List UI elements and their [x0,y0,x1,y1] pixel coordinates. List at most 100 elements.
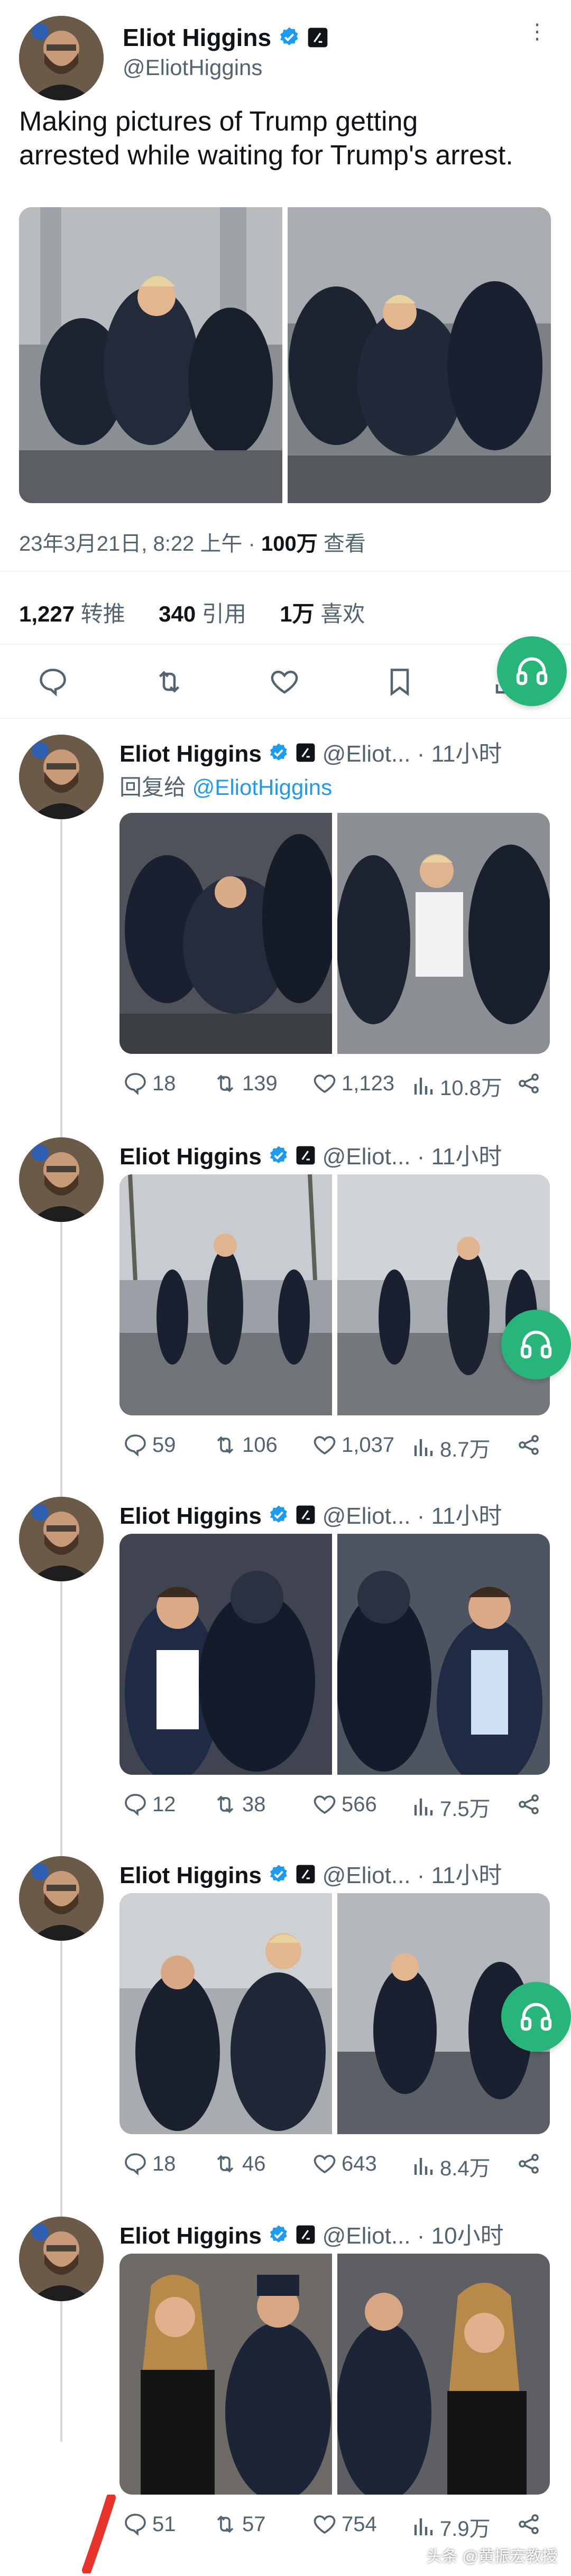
reply-header: Eliot Higgins @Eliot... · 10小时 [119,2217,504,2251]
headphones-fab[interactable] [501,1982,571,2052]
retweet-count: 57 [242,2512,266,2536]
reply-count: 59 [152,1433,176,1457]
more-options-icon[interactable]: ⋮ [527,21,548,42]
headphones-fab[interactable] [501,1310,571,1379]
tweet-media[interactable] [19,207,551,503]
author-handle[interactable]: @Eliot... [323,1144,411,1170]
author-name[interactable]: Eliot Higgins [119,1503,262,1529]
author-name[interactable]: Eliot Higgins [119,2223,262,2249]
heart-icon [314,1074,336,1094]
share-button[interactable] [516,1071,541,1096]
quotes-stat[interactable]: 340 引用 [159,601,246,626]
like-button[interactable]: 754 [312,2512,377,2537]
views-count: 7.9万 [440,2517,491,2541]
like-button[interactable] [269,666,300,700]
share-button[interactable] [516,2151,541,2176]
divider [0,718,571,719]
retweet-button[interactable] [153,666,185,700]
reply-to-handle[interactable]: @EliotHiggins [192,775,332,800]
retweets-stat[interactable]: 1,227 转推 [19,601,125,626]
timestamp-text[interactable]: 23年3月21日, 8:22 上午 · [19,532,261,555]
engagement-stats: 1,227 转推 340 引用 1万 喜欢 [19,596,365,628]
reply-time[interactable]: · 11小时 [417,1144,502,1170]
reply-button[interactable]: 18 [123,1071,176,1096]
reply-button[interactable]: 18 [123,2151,176,2176]
retweet-count: 139 [242,1071,278,1095]
reply-button[interactable] [37,666,69,700]
tweet-media[interactable] [119,2254,550,2495]
tweet-media[interactable] [119,1174,550,1415]
reply-button[interactable]: 59 [123,1432,176,1458]
views-button[interactable]: 8.7万 [410,1432,491,1463]
verified-badge-icon [268,1145,289,1172]
author-handle[interactable]: @Eliot... [323,741,411,767]
reply-time[interactable]: · 11小时 [417,1862,502,1888]
like-button[interactable]: 643 [312,2151,377,2176]
reply-header: Eliot Higgins @Eliot... · 11小时 [119,1497,502,1531]
verified-badge-icon [268,1504,289,1531]
views-count: 8.7万 [440,1438,491,1461]
tweet-media[interactable] [119,1534,550,1775]
share-icon [519,1794,539,1814]
reply-time[interactable]: · 11小时 [417,1503,502,1529]
avatar[interactable] [19,1497,104,1581]
retweet-button[interactable]: 57 [213,2512,266,2537]
headphones-fab[interactable] [497,636,567,706]
verified-badge-icon [268,2224,289,2251]
reply-button[interactable]: 12 [123,1792,176,1817]
retweet-button[interactable]: 38 [213,1792,266,1817]
reply-actions: 59 106 1,037 8.7万 [119,1432,542,1462]
views-button[interactable]: 7.9万 [410,2512,491,2542]
views-button[interactable]: 10.8万 [410,1071,502,1101]
author-handle[interactable]: @Eliot... [323,1503,411,1529]
retweet-count: 46 [242,2152,266,2175]
author-handle[interactable]: @Eliot... [323,2223,411,2249]
reply-time[interactable]: · 11小时 [417,741,502,767]
avatar[interactable] [19,1856,104,1941]
author-handle[interactable]: @Eliot... [323,1862,411,1888]
retweet-button[interactable]: 106 [213,1432,278,1458]
author-name[interactable]: Eliot Higgins [123,24,271,51]
reply-button[interactable]: 51 [123,2512,176,2537]
tweet-media[interactable] [119,813,550,1054]
likes-stat[interactable]: 1万 喜欢 [280,601,365,626]
like-button[interactable]: 566 [312,1792,377,1817]
affiliate-badge-icon [296,1504,316,1531]
author-name[interactable]: Eliot Higgins [119,1144,262,1170]
reply-actions: 18 46 643 8.4万 [119,2151,542,2181]
retweet-icon [159,671,180,693]
share-icon [519,2154,539,2174]
reply-time[interactable]: · 10小时 [417,2223,504,2249]
like-count: 566 [342,1792,377,1816]
share-button[interactable] [516,1432,541,1458]
views-count: 10.8万 [440,1077,502,1100]
avatar[interactable] [19,2217,104,2301]
share-button[interactable] [516,2512,541,2537]
like-button[interactable]: 1,037 [312,1432,394,1458]
retweet-icon [217,2155,234,2173]
bookmark-button[interactable] [384,666,416,700]
author-name[interactable]: Eliot Higgins [119,741,262,767]
avatar[interactable] [19,1137,104,1222]
retweet-count: 38 [242,1792,266,1816]
heart-icon [314,1436,336,1455]
author-name[interactable]: Eliot Higgins [119,1862,262,1888]
avatar[interactable] [19,735,104,819]
author-handle[interactable]: @EliotHiggins [123,55,262,80]
tweet-timestamp: 23年3月21日, 8:22 上午 · 100万 查看 [19,526,366,557]
retweet-button[interactable]: 139 [213,1071,278,1096]
analytics-icon [414,2158,433,2175]
retweets-label: 转推 [80,601,125,626]
share-button[interactable] [516,1792,541,1817]
reply-actions: 18 139 1,123 10.8万 [119,1071,542,1100]
views-button[interactable]: 8.4万 [410,2151,491,2182]
affiliate-badge-icon [296,2224,316,2250]
views-button[interactable]: 7.5万 [410,1792,491,1822]
like-button[interactable]: 1,123 [312,1071,394,1096]
share-icon [519,1435,539,1455]
reply-actions: 51 57 754 7.9万 [119,2512,542,2541]
heart-icon [314,2515,336,2534]
avatar[interactable] [19,16,104,100]
tweet-media[interactable] [119,1893,550,2134]
retweet-button[interactable]: 46 [213,2151,266,2176]
